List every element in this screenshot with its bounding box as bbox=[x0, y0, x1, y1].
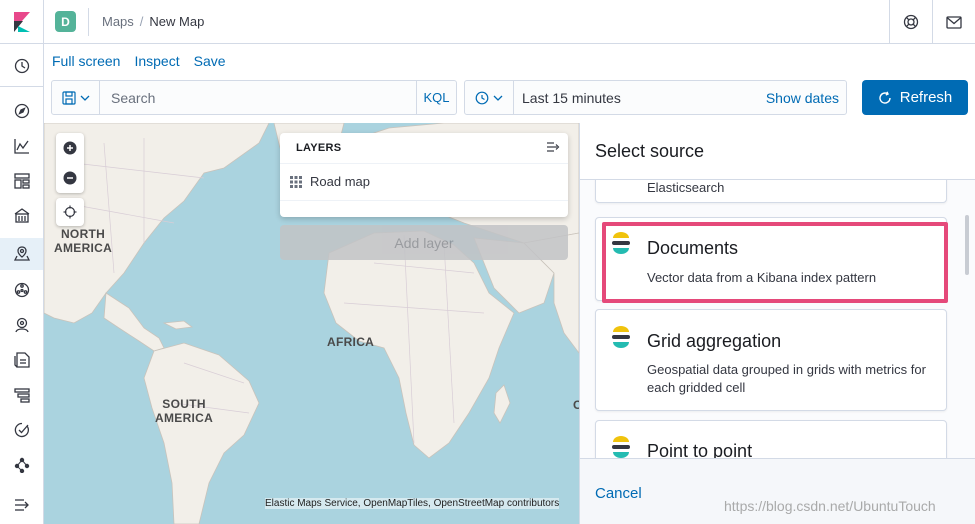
canvas-icon[interactable] bbox=[0, 200, 43, 232]
uptime-icon[interactable] bbox=[0, 414, 43, 446]
side-navigation bbox=[0, 44, 44, 524]
map-label-africa: AFRICA bbox=[327, 335, 375, 349]
source-description: Vector data from a Kibana index pattern bbox=[647, 270, 877, 285]
layer-name: Road map bbox=[310, 174, 370, 189]
add-layer-button[interactable]: Add layer bbox=[280, 225, 568, 260]
kql-language-button[interactable]: KQL bbox=[416, 81, 456, 114]
layer-control-panel: LAYERS Road map bbox=[280, 133, 568, 217]
source-description: Elasticsearch bbox=[647, 180, 725, 195]
zoom-in-button[interactable] bbox=[56, 133, 84, 163]
refresh-icon bbox=[879, 91, 891, 104]
collapse-layers-icon[interactable] bbox=[546, 140, 560, 158]
refresh-button[interactable]: Refresh bbox=[862, 80, 968, 115]
flyout-scrollbar[interactable] bbox=[965, 215, 969, 275]
cancel-button[interactable]: Cancel bbox=[595, 485, 642, 502]
map-attribution: Elastic Maps Service, OpenMapTiles, Open… bbox=[265, 498, 560, 509]
zoom-control bbox=[56, 133, 84, 193]
layers-divider bbox=[280, 200, 568, 201]
set-view-button[interactable] bbox=[56, 198, 84, 226]
show-dates-link[interactable]: Show dates bbox=[766, 90, 839, 106]
source-card-elasticsearch[interactable]: Elasticsearch bbox=[595, 180, 947, 203]
source-card-grid-aggregation[interactable]: Grid aggregation Geospatial data grouped… bbox=[595, 309, 947, 411]
map-label-north-america: NORTH AMERICA bbox=[54, 227, 113, 255]
space-avatar[interactable]: D bbox=[55, 11, 76, 32]
breadcrumb-current: New Map bbox=[149, 14, 205, 29]
grid-icon bbox=[290, 175, 302, 188]
time-picker: Last 15 minutes Show dates bbox=[464, 80, 847, 115]
chevron-down-icon bbox=[80, 95, 89, 101]
watermark: https://blog.csdn.net/UbuntuTouch bbox=[724, 498, 936, 514]
flyout-header: Select source bbox=[580, 123, 975, 180]
collapse-nav-icon[interactable] bbox=[0, 489, 43, 521]
source-title: Point to point bbox=[647, 441, 753, 458]
flyout-footer: Cancel bbox=[580, 458, 975, 524]
kibana-logo-icon[interactable] bbox=[0, 0, 44, 44]
breadcrumb: Maps / New Map bbox=[102, 14, 204, 29]
top-header: D Maps / New Map bbox=[0, 0, 975, 44]
full-screen-link[interactable]: Full screen bbox=[52, 53, 120, 69]
source-title: Documents bbox=[647, 238, 739, 258]
elasticsearch-icon bbox=[612, 436, 630, 458]
refresh-label: Refresh bbox=[899, 89, 953, 106]
help-icon[interactable] bbox=[889, 0, 932, 44]
logs-icon[interactable] bbox=[0, 344, 43, 376]
time-range-label[interactable]: Last 15 minutes bbox=[522, 90, 621, 106]
apm-icon[interactable] bbox=[0, 379, 43, 411]
query-bar: KQL bbox=[51, 80, 457, 115]
quick-select-button[interactable] bbox=[465, 81, 514, 114]
nav-divider bbox=[0, 86, 43, 87]
minus-circle-icon bbox=[63, 171, 77, 185]
inspect-link[interactable]: Inspect bbox=[134, 53, 179, 69]
source-card-documents[interactable]: Documents Vector data from a Kibana inde… bbox=[595, 217, 947, 301]
search-input[interactable] bbox=[100, 81, 418, 114]
graph-icon[interactable] bbox=[0, 449, 43, 481]
breadcrumb-separator: / bbox=[139, 14, 144, 29]
elasticsearch-icon bbox=[612, 326, 630, 348]
ml-icon[interactable] bbox=[0, 274, 43, 306]
elasticsearch-icon bbox=[612, 232, 630, 254]
infrastructure-icon[interactable] bbox=[0, 309, 43, 341]
flyout-title: Select source bbox=[595, 141, 705, 161]
breadcrumb-maps[interactable]: Maps bbox=[102, 14, 134, 29]
map-label-south-america: SOUTH AMERICA bbox=[155, 397, 214, 425]
top-menu: Full screen Inspect Save bbox=[52, 53, 240, 69]
source-list: Elasticsearch Documents Vector data from… bbox=[580, 180, 975, 458]
saved-query-button[interactable] bbox=[52, 81, 100, 114]
select-source-flyout: Select source Elasticsearch Documents Ve… bbox=[579, 123, 975, 524]
dashboard-icon[interactable] bbox=[0, 165, 43, 197]
calendar-clock-icon bbox=[475, 91, 489, 104]
mail-icon[interactable] bbox=[932, 0, 975, 44]
chevron-down-icon bbox=[493, 95, 503, 101]
maps-icon[interactable] bbox=[0, 238, 43, 270]
discover-icon[interactable] bbox=[0, 95, 43, 127]
visualize-icon[interactable] bbox=[0, 130, 43, 162]
plus-circle-icon bbox=[63, 141, 77, 155]
source-title: Grid aggregation bbox=[647, 331, 782, 351]
breadcrumb-divider bbox=[88, 8, 89, 36]
saved-query-icon bbox=[61, 90, 76, 105]
layers-divider bbox=[280, 163, 568, 164]
layer-item-road-map[interactable]: Road map bbox=[290, 174, 370, 189]
recent-icon[interactable] bbox=[0, 50, 43, 82]
source-description: Geospatial data grouped in grids with me… bbox=[647, 362, 926, 395]
save-link[interactable]: Save bbox=[194, 53, 226, 69]
source-card-point-to-point[interactable]: Point to point bbox=[595, 420, 947, 458]
zoom-out-button[interactable] bbox=[56, 163, 84, 193]
crosshair-icon bbox=[63, 205, 77, 219]
layers-title: LAYERS bbox=[296, 142, 342, 154]
